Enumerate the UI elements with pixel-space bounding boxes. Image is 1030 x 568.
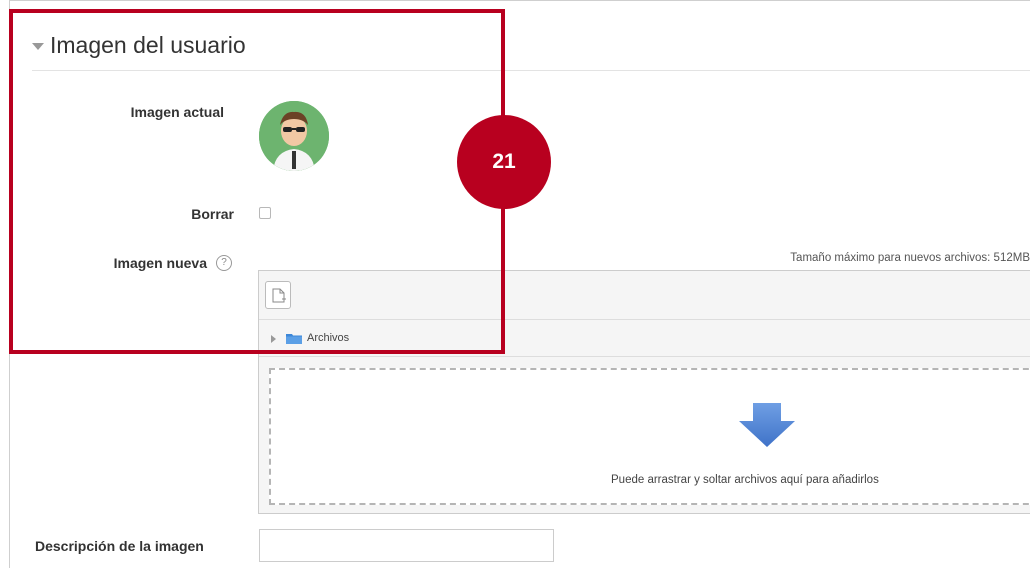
delete-checkbox[interactable] [259,207,271,219]
annotation-badge: 21 [457,115,551,209]
folder-icon [286,334,302,344]
drop-instructions: Puede arrastrar y soltar archivos aquí p… [611,474,879,486]
help-icon[interactable]: ? [216,255,232,271]
description-label: Descripción de la imagen [35,538,204,554]
section-header[interactable]: Imagen del usuario [32,32,246,59]
file-picker-toolbar [259,271,1030,320]
avatar [259,101,329,171]
file-picker-path: Archivos [259,320,1030,357]
drop-zone[interactable]: Puede arrastrar y soltar archivos aquí p… [269,368,1030,505]
new-image-label: Imagen nueva [113,255,207,271]
avatar-image [259,101,329,171]
description-input[interactable] [259,529,554,562]
delete-label: Borrar [191,206,234,222]
file-picker: Archivos Puede arrastrar y soltar archiv… [258,270,1030,514]
folder-label[interactable]: Archivos [307,332,349,344]
expand-triangle-icon[interactable] [271,335,276,343]
add-file-icon [272,288,286,303]
down-arrow-icon [739,403,795,447]
section-title: Imagen del usuario [50,32,246,58]
current-image-label: Imagen actual [130,104,224,120]
max-size-text: Tamaño máximo para nuevos archivos: 512M… [790,252,1030,264]
collapse-arrow-icon[interactable] [32,43,44,50]
section-divider [32,70,1030,71]
add-file-button[interactable] [265,281,291,309]
